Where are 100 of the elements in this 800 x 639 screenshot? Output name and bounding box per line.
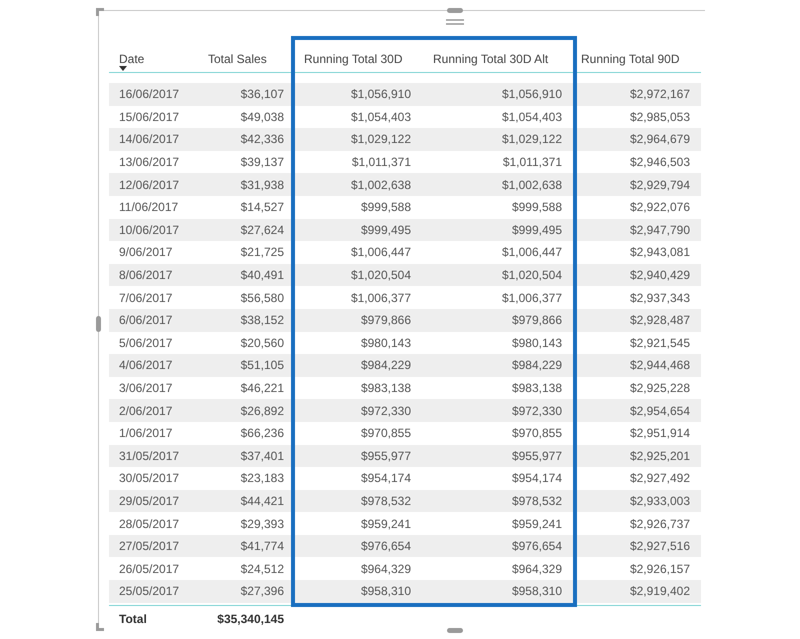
table-cell-text: $1,056,910 [502, 86, 562, 104]
table-cell-text: $2,937,343 [630, 290, 690, 307]
column-header[interactable]: Running Total 30D Alt [433, 50, 548, 68]
table-cell-text: $999,495 [512, 222, 562, 239]
table-cell-text: 25/05/2017 [119, 583, 180, 600]
table-cell-text: 16/06/2017 [119, 86, 180, 104]
table-cell-text: $49,038 [240, 108, 284, 126]
table-cell-text: $41,774 [240, 538, 284, 556]
table-cell-text: 30/05/2017 [119, 470, 180, 488]
table-cell-text: $2,940,429 [630, 267, 690, 284]
resize-handle[interactable] [447, 8, 463, 13]
table-cell-text: $21,725 [240, 244, 284, 262]
table-cell-text: $980,143 [360, 334, 411, 352]
table-cell-text: $36,107 [240, 86, 284, 104]
column-header[interactable]: Running Total 90D [581, 50, 680, 68]
table-cell-text: $24,512 [240, 560, 284, 578]
table-cell-text: 9/06/2017 [119, 244, 172, 262]
table-cell-text: $2,926,157 [630, 560, 690, 578]
column-header[interactable]: Total Sales [208, 50, 267, 68]
table-cell-text: $66,236 [240, 425, 284, 442]
table-cell-text: $27,396 [240, 583, 284, 600]
total-cell-text: $35,340,145 [217, 611, 284, 628]
table-cell-text: 8/06/2017 [119, 267, 172, 284]
table-cell-text: $1,011,371 [352, 154, 411, 172]
table-cell-text: $46,221 [240, 380, 284, 398]
table-cell-text: $955,977 [512, 448, 562, 465]
table-cell-text: $56,580 [240, 290, 284, 307]
table-cell-text: $976,654 [360, 538, 411, 556]
table-cell-text: $978,532 [512, 492, 562, 510]
table-cell-text: 12/06/2017 [119, 176, 180, 194]
table-cell-text: $958,310 [360, 583, 411, 600]
table-cell-text: $2,927,516 [630, 538, 690, 556]
table-cell-text: 13/06/2017 [119, 154, 180, 172]
table-cell-text: $954,174 [360, 470, 411, 488]
table-cell-text: $979,866 [360, 312, 411, 330]
table-cell-text: $38,152 [240, 312, 284, 330]
table-cell-text: $978,532 [360, 492, 411, 510]
table-cell-text: $980,143 [512, 334, 562, 352]
table-cell-text: $2,926,737 [630, 516, 690, 533]
table-cell-text: $2,927,492 [630, 470, 690, 488]
table-cell-text: $1,020,504 [502, 267, 562, 284]
table-cell-text: 3/06/2017 [119, 380, 172, 398]
table-cell-text: $1,054,403 [350, 108, 411, 126]
table-cell-text: $984,229 [512, 357, 562, 374]
table-cell-text: $2,985,053 [630, 108, 690, 126]
table-cell-text: $2,921,545 [630, 334, 690, 352]
table-cell-text: $976,654 [512, 538, 562, 556]
table-cell-text: $2,946,503 [630, 154, 690, 172]
table-cell-text: $2,964,679 [630, 131, 690, 148]
table-cell-text: $27,624 [240, 222, 284, 239]
table-cell-text: $983,138 [360, 380, 411, 398]
table-cell-text: $2,919,402 [630, 583, 690, 600]
table-cell-text: 15/06/2017 [119, 108, 180, 126]
table-cell-text: 27/05/2017 [119, 538, 180, 556]
resize-handle[interactable] [447, 628, 463, 633]
table-cell-text: $31,938 [240, 176, 284, 194]
table-cell-text: $42,336 [240, 131, 284, 148]
total-cell-text: Total [119, 611, 147, 628]
resize-handle[interactable] [96, 316, 101, 332]
table-cell-text: $999,495 [360, 222, 411, 239]
table-cell-text: $2,925,201 [630, 448, 690, 465]
column-header[interactable]: Running Total 30D [304, 50, 403, 68]
table-cell-text: $2,925,228 [630, 380, 690, 398]
sort-descending-icon[interactable] [119, 66, 127, 71]
table-cell-text: $970,855 [512, 425, 562, 442]
table-cell-text: $2,972,167 [630, 86, 690, 104]
table-cell-text: $2,928,487 [630, 312, 690, 330]
table-cell-text: $1,020,504 [350, 267, 411, 284]
table-cell-text: $14,527 [240, 199, 284, 216]
table-cell-text: 1/06/2017 [119, 425, 172, 442]
table-cell-text: 31/05/2017 [119, 448, 180, 465]
table-cell-text: $2,943,081 [630, 244, 690, 262]
table-cell-text: 26/05/2017 [119, 560, 180, 578]
table-cell-text: $958,310 [512, 583, 562, 600]
table-cell-text: $2,951,914 [630, 425, 690, 442]
table-cell-text: $979,866 [512, 312, 562, 330]
table-cell-text: $1,029,122 [502, 131, 562, 148]
table-cell-text: 29/05/2017 [119, 492, 180, 510]
corner-handle[interactable] [96, 8, 104, 16]
table-cell-text: $23,183 [240, 470, 284, 488]
table-cell-text: $970,855 [360, 425, 411, 442]
table-cell-text: $2,933,003 [630, 492, 690, 510]
table-cell-text: 28/05/2017 [119, 516, 180, 533]
column-header[interactable]: Date [119, 50, 144, 68]
table-cell-text: $1,006,447 [350, 244, 411, 262]
table-cell-text: $2,947,790 [630, 222, 690, 239]
table-cell-text: 10/06/2017 [119, 222, 180, 239]
corner-handle[interactable] [96, 623, 104, 631]
table-cell-text: $44,421 [240, 492, 284, 510]
table-cell-text: $29,393 [240, 516, 284, 533]
table-cell-text: $959,241 [512, 516, 562, 533]
table-cell-text: $999,588 [360, 199, 411, 216]
table-cell-text: $1,002,638 [502, 176, 562, 194]
drag-handle-icon[interactable] [446, 19, 464, 25]
table-cell-text: $2,954,654 [630, 402, 690, 420]
table-cell-text: $954,174 [512, 470, 562, 488]
table-cell-text: $51,105 [240, 357, 284, 374]
table-cell-text: $2,922,076 [630, 199, 690, 216]
table-cell-text: $2,944,468 [630, 357, 690, 374]
table-cell-text: $959,241 [360, 516, 411, 533]
